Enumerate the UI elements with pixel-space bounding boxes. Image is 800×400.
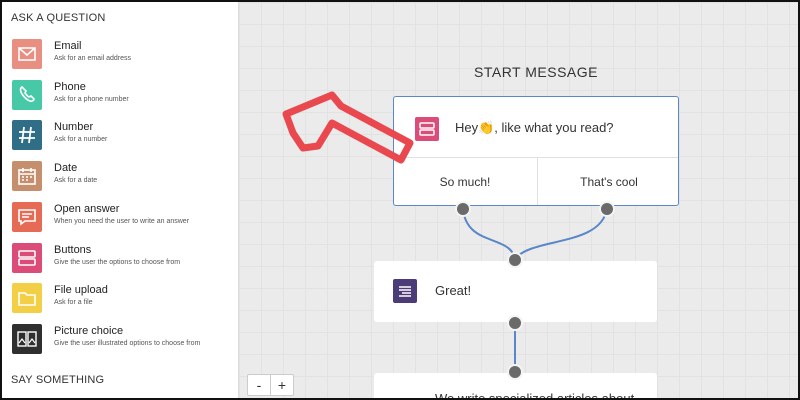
- sidebar-item-description: Give the user illustrated options to cho…: [54, 339, 201, 347]
- sidebar-item-title: Phone: [54, 80, 86, 93]
- sidebar-item-picture-choice[interactable]: Picture choice Give the user illustrated …: [11, 322, 233, 360]
- great-message-node[interactable]: Great!: [374, 261, 657, 322]
- phone-icon: [12, 79, 42, 110]
- great-message-text: Great!: [435, 283, 472, 298]
- sidebar-item-buttons[interactable]: Buttons Give the user the options to choo…: [11, 241, 233, 279]
- start-message-node[interactable]: Hey👏, like what you read? So much! That'…: [393, 96, 679, 206]
- calendar-icon: [12, 161, 42, 192]
- sidebar-item-description: When you need the user to write an answe…: [54, 217, 190, 225]
- app-window: ASK A QUESTION Email Ask for an email add…: [0, 0, 800, 400]
- buttons-icon: [12, 242, 42, 273]
- sidebar-item-title: Date: [54, 162, 78, 175]
- output-port-thats-cool[interactable]: [599, 201, 615, 217]
- sidebar-item-title: File upload: [54, 284, 108, 297]
- sidebar-item-description: Ask for an email address: [54, 55, 132, 62]
- folder-icon: [12, 283, 42, 314]
- sidebar-item-phone[interactable]: Phone Ask for a phone number: [11, 78, 233, 116]
- start-message-text: Hey👏, like what you read?: [455, 120, 614, 135]
- sidebar-item-description: Give the user the options to choose from: [54, 258, 181, 266]
- picture-icon: [12, 323, 42, 354]
- zoom-controls: - +: [247, 374, 294, 396]
- input-port-great[interactable]: [507, 252, 523, 268]
- sidebar-item-file-upload[interactable]: File upload Ask for a file: [11, 281, 233, 319]
- sidebar-item-description: Ask for a file: [54, 299, 93, 307]
- output-port-great[interactable]: [507, 315, 523, 331]
- section-heading-say: SAY SOMETHING: [11, 374, 105, 386]
- sidebar-item-description: Ask for a phone number: [54, 95, 129, 103]
- sidebar-item-title: Open answer: [54, 202, 120, 215]
- next-message-text: We write specialized articles about: [435, 391, 635, 400]
- zoom-in-button[interactable]: +: [271, 375, 293, 395]
- sidebar: ASK A QUESTION Email Ask for an email add…: [2, 2, 239, 398]
- sidebar-item-number[interactable]: Number Ask for a number: [11, 118, 233, 156]
- buttons-icon: [415, 117, 439, 141]
- sidebar-item-email[interactable]: Email Ask for an email address: [11, 37, 233, 75]
- sidebar-item-title: Picture choice: [54, 324, 124, 337]
- input-port-next[interactable]: [507, 364, 523, 380]
- sidebar-item-date[interactable]: Date Ask for a date: [11, 159, 233, 197]
- zoom-out-button[interactable]: -: [248, 375, 271, 395]
- hash-icon: [12, 120, 42, 151]
- section-heading-ask: ASK A QUESTION: [11, 12, 106, 24]
- text-message-icon: [393, 279, 417, 303]
- sidebar-item-description: Ask for a date: [54, 177, 98, 185]
- sidebar-item-open-answer[interactable]: Open answer When you need the user to wri…: [11, 200, 233, 238]
- start-message-label: START MESSAGE: [474, 64, 598, 80]
- chat-lines-icon: [12, 201, 42, 232]
- option-button-thats-cool[interactable]: That's cool: [538, 158, 680, 205]
- sidebar-item-title: Email: [54, 40, 82, 52]
- envelope-icon: [12, 39, 42, 69]
- option-button-so-much[interactable]: So much!: [394, 158, 536, 205]
- sidebar-item-title: Buttons: [54, 243, 92, 256]
- output-port-so-much[interactable]: [455, 201, 471, 217]
- sidebar-item-description: Ask for a number: [54, 136, 108, 144]
- sidebar-item-title: Number: [54, 121, 94, 134]
